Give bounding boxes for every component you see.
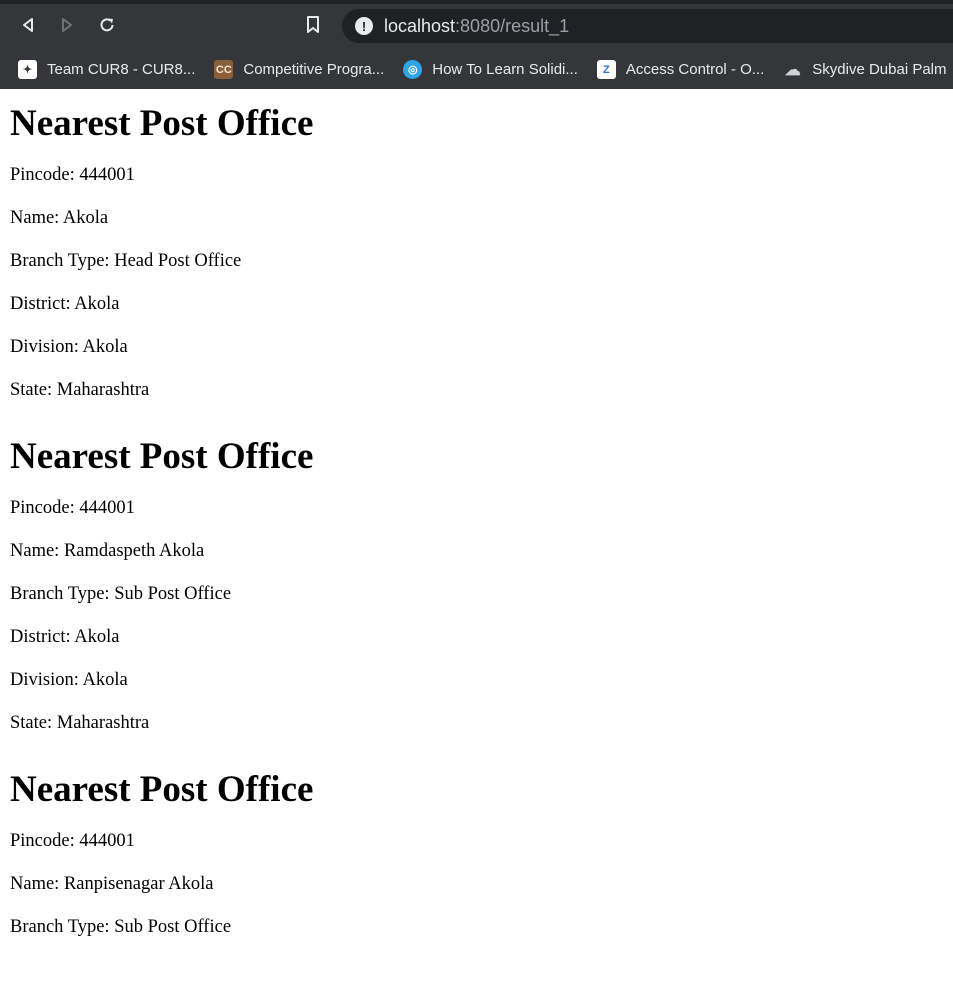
browser-toolbar: ! localhost:8080/result_1 <box>0 0 953 50</box>
section-heading: Nearest Post Office <box>10 103 314 144</box>
bookmark-item[interactable]: ◎ How To Learn Solidi... <box>403 60 578 79</box>
post-office-card: Nearest Post Office Pincode: 444001 Name… <box>10 767 943 959</box>
district-line: District: Akola <box>10 294 120 314</box>
bookmark-label: Team CUR8 - CUR8... <box>47 61 196 78</box>
bookmark-item[interactable]: ✦ Team CUR8 - CUR8... <box>18 60 195 79</box>
bookmark-star-button[interactable] <box>300 12 326 38</box>
name-line: Name: Ramdaspeth Akola <box>10 541 205 561</box>
name-line: Name: Ranpisenagar Akola <box>10 874 214 894</box>
bookmark-item[interactable]: CC Competitive Progra... <box>214 60 384 79</box>
address-bar[interactable]: ! localhost:8080/result_1 <box>342 9 953 43</box>
pincode-line: Pincode: 444001 <box>10 831 135 851</box>
name-line: Name: Akola <box>10 208 109 228</box>
bookmarks-bar: ✦ Team CUR8 - CUR8... CC Competitive Pro… <box>0 50 953 89</box>
reload-icon <box>100 18 114 32</box>
bookmark-label: How To Learn Solidi... <box>432 61 578 78</box>
bookmark-icon <box>307 16 319 33</box>
tab-strip-edge <box>0 0 953 4</box>
district-line: District: Akola <box>10 627 120 647</box>
pincode-line: Pincode: 444001 <box>10 165 135 185</box>
bookmark-label: Competitive Progra... <box>243 61 385 78</box>
back-arrow-icon <box>23 18 33 32</box>
section-heading: Nearest Post Office <box>10 436 314 477</box>
url-text[interactable]: localhost:8080/result_1 <box>384 16 569 37</box>
section-heading: Nearest Post Office <box>10 769 314 810</box>
branch-type-line: Branch Type: Sub Post Office <box>10 584 232 604</box>
bookmark-item[interactable]: ☁ Skydive Dubai Palm <box>783 60 947 79</box>
state-line: State: Maharashtra <box>10 380 150 400</box>
globe-icon: ◎ <box>403 60 423 79</box>
forward-button[interactable] <box>54 12 80 38</box>
bookmark-label: Skydive Dubai Palm <box>812 61 947 78</box>
sparkle-icon: ✦ <box>18 60 37 79</box>
post-office-card: Nearest Post Office Pincode: 444001 Name… <box>10 434 943 755</box>
branch-type-line: Branch Type: Head Post Office <box>10 251 242 271</box>
back-button[interactable] <box>15 12 41 38</box>
z-icon: Z <box>596 60 616 79</box>
page-content: Nearest Post Office Pincode: 444001 Name… <box>0 101 953 959</box>
branch-type-line: Branch Type: Sub Post Office <box>10 917 232 937</box>
bookmark-item[interactable]: Z Access Control - O... <box>596 60 765 79</box>
division-line: Division: Akola <box>10 337 128 357</box>
reload-button[interactable] <box>94 12 120 38</box>
cloud-icon: ☁ <box>784 61 801 79</box>
codechef-icon: CC <box>214 60 234 79</box>
post-office-card: Nearest Post Office Pincode: 444001 Name… <box>10 101 943 422</box>
division-line: Division: Akola <box>10 670 128 690</box>
site-info-icon[interactable]: ! <box>355 17 373 35</box>
bookmark-label: Access Control - O... <box>625 61 765 78</box>
state-line: State: Maharashtra <box>10 713 150 733</box>
pincode-line: Pincode: 444001 <box>10 498 135 518</box>
forward-arrow-icon <box>62 18 72 32</box>
